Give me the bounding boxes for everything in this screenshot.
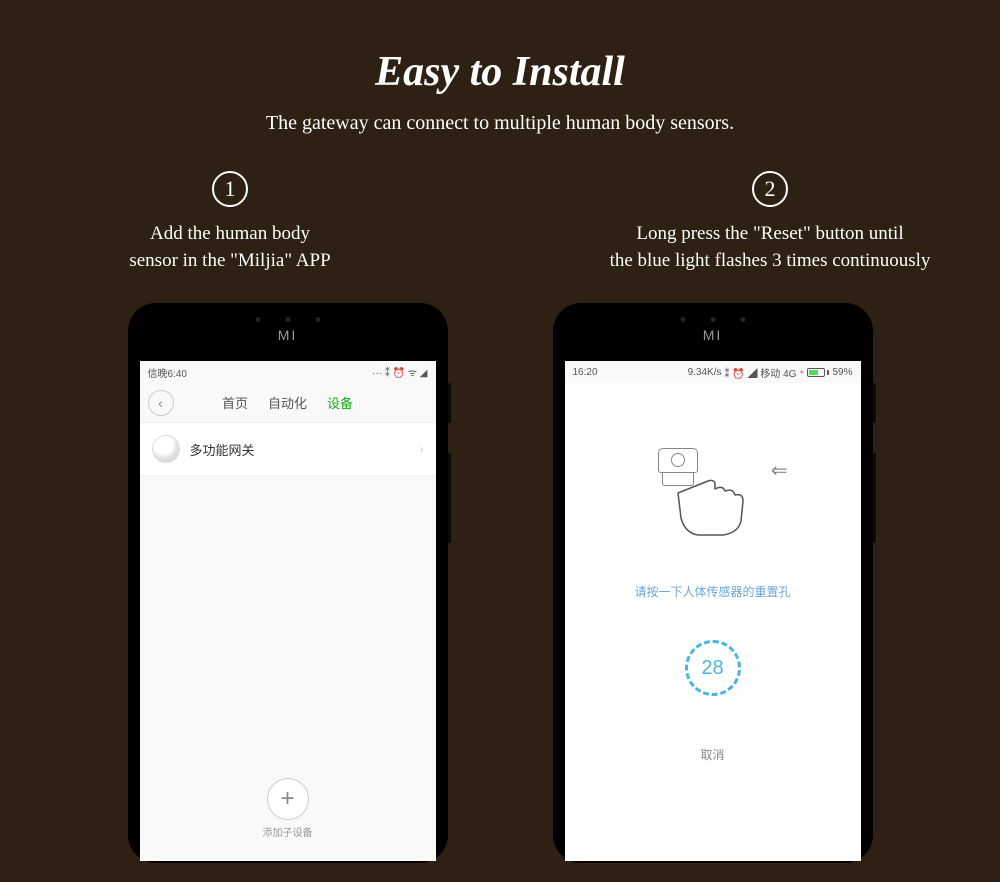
status-icons: ··· ⁑ ⏰ ᯤ ◢ bbox=[372, 365, 427, 379]
app-screen-1: 信晚6:40 ··· ⁑ ⏰ ᯤ ◢ ‹ 首页 自动化 设备 多功能网关 › + bbox=[140, 361, 436, 861]
tab-automation[interactable]: 自动化 bbox=[268, 393, 307, 412]
step-number-badge: 2 bbox=[752, 171, 788, 207]
device-list-item[interactable]: 多功能网关 › bbox=[140, 423, 436, 476]
battery-icon bbox=[807, 368, 829, 377]
step-1: 1 Add the human body sensor in the "Milj… bbox=[20, 171, 440, 275]
status-icons: 9.34K/s ⁑ ⏰ ◢ 移动 4G ⁺ 59% bbox=[688, 365, 853, 380]
phone-brand-logo: MI bbox=[278, 327, 298, 343]
status-bar: 信晚6:40 ··· ⁑ ⏰ ᯤ ◢ bbox=[140, 361, 436, 383]
status-time: 信晚6:40 bbox=[148, 365, 187, 380]
app-screen-2: 16:20 9.34K/s ⁑ ⏰ ◢ 移动 4G ⁺ 59% bbox=[565, 361, 861, 861]
status-time: 16:20 bbox=[573, 367, 598, 378]
cancel-button[interactable]: 取消 bbox=[700, 746, 724, 783]
tab-home[interactable]: 首页 bbox=[222, 393, 248, 412]
step-2: 2 Long press the "Reset" button until th… bbox=[560, 171, 980, 275]
instruction-text: 请按一下人体传感器的重置孔 bbox=[634, 583, 790, 600]
chevron-right-icon: › bbox=[420, 442, 424, 456]
page-title: Easy to Install bbox=[0, 48, 1000, 96]
plus-icon: + bbox=[267, 778, 309, 820]
status-bar: 16:20 9.34K/s ⁑ ⏰ ◢ 移动 4G ⁺ 59% bbox=[565, 361, 861, 383]
step-number-badge: 1 bbox=[212, 171, 248, 207]
device-label: 多功能网关 bbox=[190, 440, 420, 459]
add-device-label: 添加子设备 bbox=[263, 824, 313, 839]
page-subtitle: The gateway can connect to multiple huma… bbox=[0, 112, 1000, 135]
step-caption: Add the human body sensor in the "Miljia… bbox=[129, 221, 330, 275]
back-button[interactable]: ‹ bbox=[148, 390, 174, 416]
arrow-left-icon: ⇐ bbox=[771, 458, 788, 483]
step-caption: Long press the "Reset" button until the … bbox=[610, 221, 931, 275]
tab-devices[interactable]: 设备 bbox=[327, 393, 353, 412]
reset-instruction-diagram: ⇐ bbox=[638, 433, 788, 553]
gateway-icon bbox=[152, 435, 180, 463]
phone-mockup-2: MI 16:20 9.34K/s ⁑ ⏰ ◢ 移动 4G ⁺ 59% bbox=[553, 303, 873, 863]
countdown-timer: 28 bbox=[685, 640, 741, 696]
pointing-hand-icon bbox=[673, 473, 763, 543]
phone-mockup-1: MI 信晚6:40 ··· ⁑ ⏰ ᯤ ◢ ‹ 首页 自动化 设备 多功能网关 … bbox=[128, 303, 448, 863]
phone-brand-logo: MI bbox=[703, 327, 723, 343]
add-device-button[interactable]: + 添加子设备 bbox=[263, 778, 313, 839]
nav-bar: ‹ 首页 自动化 设备 bbox=[140, 383, 436, 423]
